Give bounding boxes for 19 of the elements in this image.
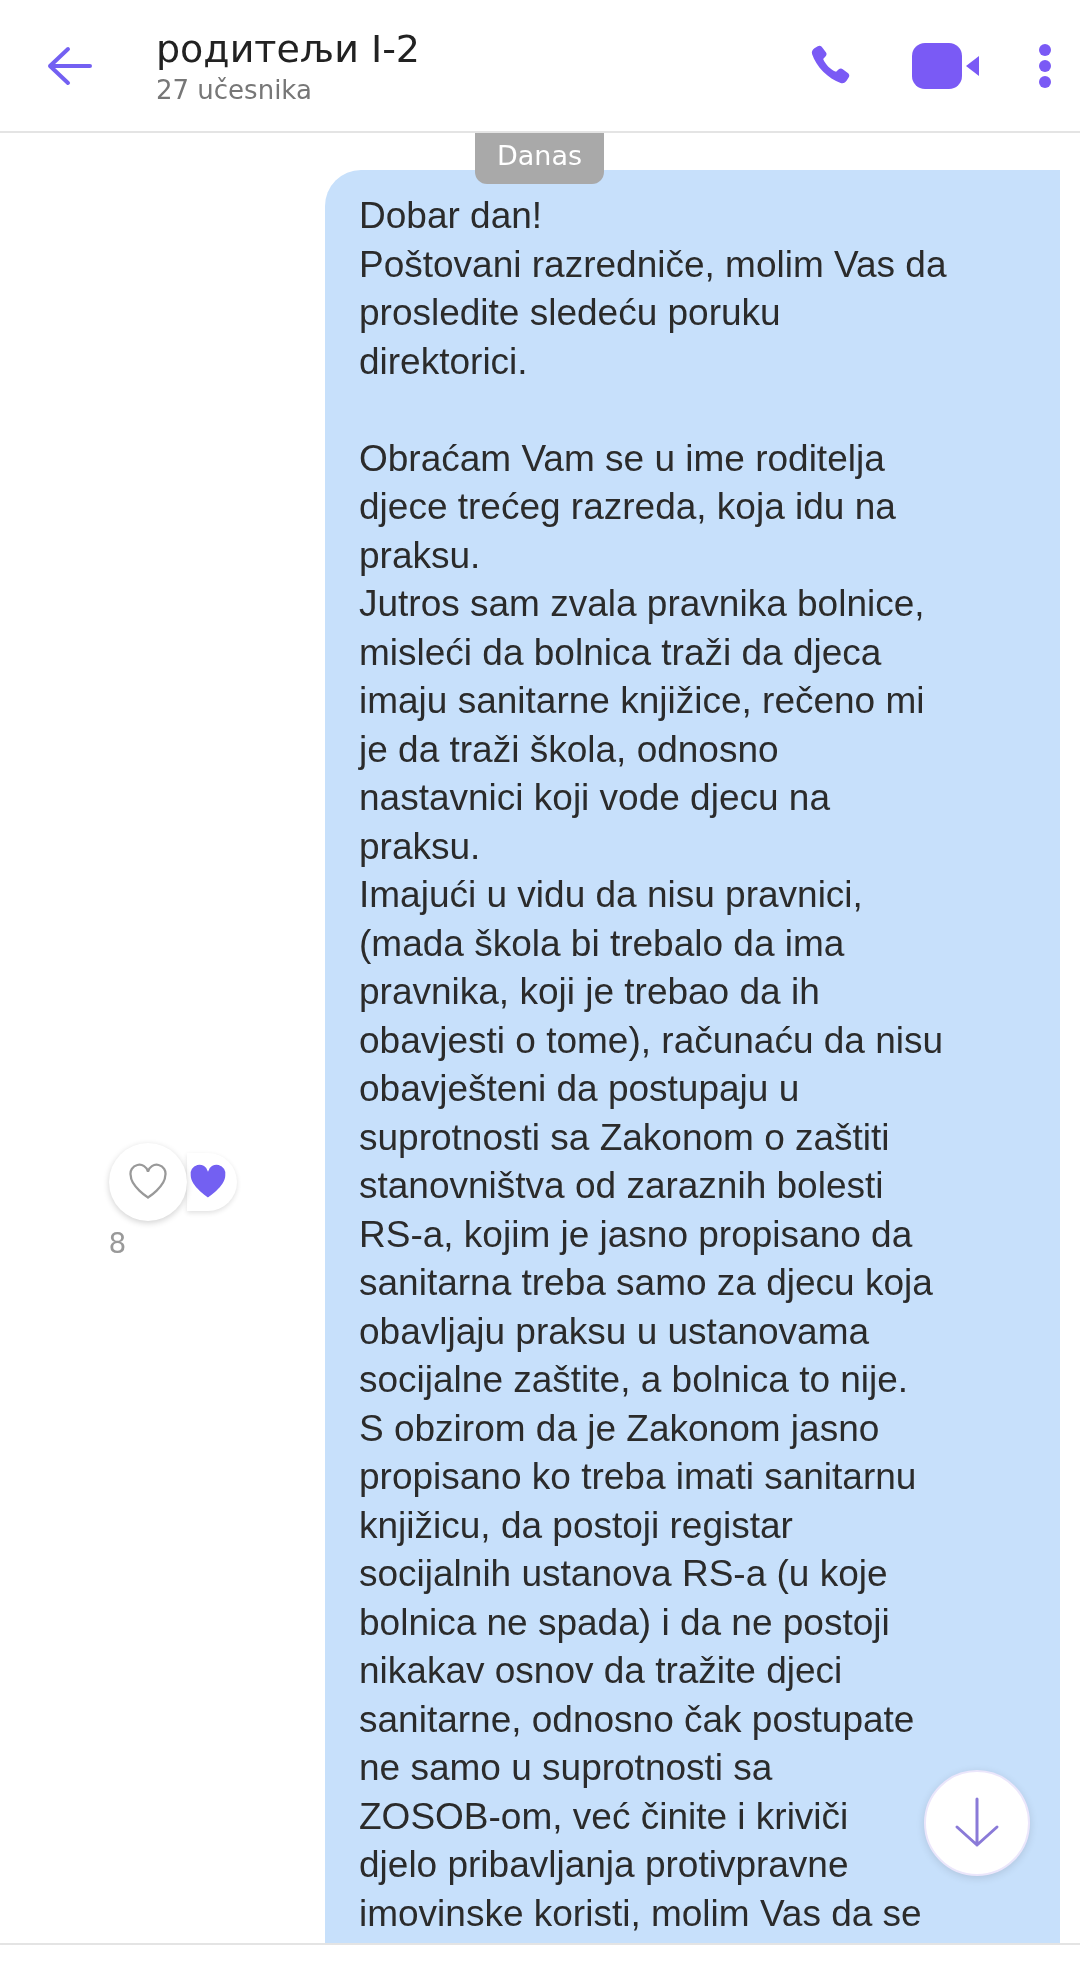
message-paragraph: Jutros sam zvala pravnika bolnice, misleći da bolnica traži da djeca imaju sanitarne knjižice, rečeno mi je da traži škola, odnosno nastavnici koji vode djecu na praksu. [359, 582, 925, 869]
arrow-down-icon [954, 1797, 1000, 1849]
reaction-badge[interactable] [186, 1153, 237, 1211]
video-call-button[interactable] [912, 40, 980, 91]
message-paragraph: Obraćam Vam se u ime roditelja djece trećeg razreda, koja idu na praksu. [359, 436, 896, 578]
more-vertical-icon [1038, 42, 1052, 89]
more-options-button[interactable] [1038, 42, 1052, 89]
date-label: Danas [475, 133, 604, 184]
heart-outline-icon [126, 1163, 169, 1201]
message-paragraph: S obzirom da je Zakonom jasno propisano ko treba imati sanitarnu knjižicu, da postoji registar socijalnih ustanova RS-a (u koje bolnica ne spada) i da ne postoji nikakav osnov da tražite djeci sanitarne, odnosno čak postupate ne samo u suprotnosti sa ZOSOB-om, već činite i kriviči djelo pribavljanja protivpravne imovinske koristi, molim Vas da se [359, 1406, 922, 1936]
video-camera-icon [912, 40, 980, 91]
chat-title: родитељи I-2 [156, 26, 421, 71]
like-count: 8 [108, 1227, 127, 1260]
message-paragraph: Imajući u vidu da nisu pravnici, (mada škola bi trebalo da ima pravnika, koji je trebao da ih obavjesti o tome), računaću da nisu obavješteni da postupaju u suprotnosti sa Zakonom o zaštiti stanovništva od zaraznih bolesti RS-a, kojim je jasno propisano da sanitarna treba samo za djecu koja obavljaju praksu u ustanovama socijalne zaštite, a bolnica to nije. [359, 873, 944, 1402]
message-paragraph: Dobar dan! Poštovani razredniče, molim Vas da prosledite sledeću poruku direktorici. [359, 194, 947, 384]
like-button[interactable] [108, 1143, 187, 1221]
back-button[interactable] [46, 45, 92, 86]
participant-count: 27 učesnika [156, 74, 313, 105]
back-arrow-icon [46, 45, 92, 86]
